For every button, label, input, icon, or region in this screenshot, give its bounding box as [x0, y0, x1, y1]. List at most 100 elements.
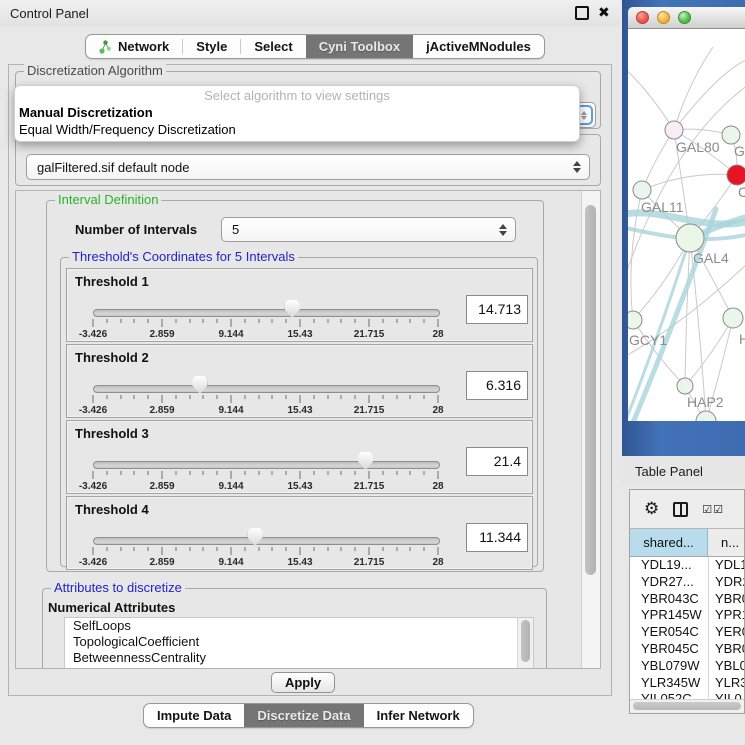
gear-icon[interactable]: ⚙ [644, 501, 659, 518]
tick-mark [438, 395, 439, 403]
tick-mark [341, 471, 342, 475]
tick-mark [148, 319, 149, 323]
tick-mark [175, 547, 176, 551]
zoom-traffic-light-icon[interactable] [678, 11, 691, 24]
network-node[interactable] [727, 165, 745, 185]
tab-cyni-toolbox[interactable]: Cyni Toolbox [306, 35, 413, 58]
threshold-value-field[interactable]: 21.4 [466, 447, 528, 476]
threshold-value-field[interactable]: 14.713 [466, 295, 528, 324]
tick-mark [272, 471, 273, 475]
network-edge[interactable] [628, 67, 674, 130]
tick-mark [438, 547, 439, 555]
dropdown-option-equal-width[interactable]: Equal Width/Frequency Discretization [15, 121, 579, 138]
table-cell-shared: YER054C [630, 624, 708, 641]
table-row[interactable]: YLR345WYLR3 [630, 675, 744, 692]
tab-infer-network[interactable]: Infer Network [364, 704, 473, 727]
table-cell-shared: YBR045C [630, 641, 708, 658]
tick-mark [355, 319, 356, 323]
tick-mark [134, 319, 135, 323]
apply-button[interactable]: Apply [271, 672, 335, 693]
network-node[interactable] [722, 126, 740, 144]
tab-style-label: Style [196, 39, 227, 54]
tick-mark [231, 547, 232, 555]
network-edge[interactable] [674, 59, 745, 130]
float-window-icon[interactable] [575, 6, 589, 20]
tick-mark [300, 471, 301, 479]
settings-scrollbar-thumb[interactable] [585, 205, 596, 575]
network-view-window[interactable]: GAL80G.CGAL11GAL4GCY1HHAP2 [622, 0, 745, 456]
tick-mark [369, 395, 370, 403]
network-edge[interactable] [685, 238, 690, 386]
attribute-list-item[interactable]: SelfLoops [65, 618, 533, 634]
table-data-combobox[interactable]: galFiltered.sif default node [26, 154, 590, 180]
combobox-spinner-icon[interactable] [496, 224, 510, 236]
attribute-list-item[interactable]: TopologicalCoefficient [65, 634, 533, 650]
tick-label: 2.859 [149, 557, 174, 568]
tick-label: 2.859 [149, 481, 174, 492]
close-icon[interactable]: ✖ [598, 4, 610, 21]
network-node[interactable] [628, 311, 642, 329]
tick-mark [286, 471, 287, 475]
tab-style[interactable]: Style [183, 35, 240, 58]
threshold-value-field[interactable]: 6.316 [466, 371, 528, 400]
close-traffic-light-icon[interactable] [636, 11, 649, 24]
tab-jactivemnodules[interactable]: jActiveMNodules [413, 35, 544, 58]
tab-network[interactable]: Network [86, 35, 182, 58]
minimize-traffic-light-icon[interactable] [657, 11, 670, 24]
tab-impute-data-label: Impute Data [157, 708, 231, 723]
tab-impute-data[interactable]: Impute Data [144, 704, 244, 727]
network-canvas[interactable]: GAL80G.CGAL11GAL4GCY1HHAP2 [628, 29, 745, 421]
dropdown-option-manual[interactable]: Manual Discretization [15, 104, 579, 121]
network-node-label: GCY1 [629, 332, 667, 348]
threshold-value-field[interactable]: 11.344 [466, 523, 528, 552]
table-row[interactable]: YPR145WYPR1 [630, 607, 744, 624]
tick-mark [313, 471, 314, 475]
tab-select[interactable]: Select [241, 35, 305, 58]
threshold-label: Threshold 1 [75, 274, 149, 289]
table-header-shared[interactable]: shared... [630, 529, 708, 556]
table-cell-name: YIL0 [708, 691, 744, 699]
number-of-intervals-combobox[interactable]: 5 [221, 217, 516, 242]
tick-mark [369, 547, 370, 555]
table-header-name[interactable]: n... [708, 529, 744, 556]
list-scrollbar[interactable] [517, 618, 533, 669]
settings-scrollbar[interactable] [581, 191, 600, 668]
column-layout-icon[interactable] [673, 502, 688, 517]
network-edge-highlighted[interactable] [628, 238, 690, 421]
table-row[interactable]: YDR27...YDR2 [630, 574, 744, 591]
network-edge[interactable] [642, 174, 737, 190]
table-cell-name: YDR2 [708, 574, 744, 591]
table-row[interactable]: YIL052CYIL0 [630, 691, 744, 699]
table-row[interactable]: YDL19...YDL1 [630, 557, 744, 574]
tick-mark [382, 319, 383, 323]
network-edge[interactable] [674, 47, 713, 130]
list-scrollbar-thumb[interactable] [521, 620, 530, 662]
network-node[interactable] [696, 411, 716, 421]
table-horizontal-scrollbar[interactable] [630, 699, 744, 712]
table-row[interactable]: YBL079WYBL0 [630, 658, 744, 675]
column-divider [708, 557, 709, 699]
tick-label: 28 [432, 557, 443, 568]
tick-label: 21.715 [354, 481, 385, 492]
slider-track[interactable] [93, 385, 440, 393]
network-node[interactable] [677, 378, 693, 394]
slider-track[interactable] [93, 461, 440, 469]
cyni-toolbox-panel: Discretization Algorithm Select algorith… [8, 64, 612, 696]
slider-track[interactable] [93, 309, 440, 317]
combobox-spinner-icon[interactable] [570, 161, 584, 173]
network-node[interactable] [633, 181, 651, 199]
network-node[interactable] [723, 308, 743, 328]
table-horizontal-scrollbar-thumb[interactable] [633, 702, 741, 710]
tick-mark [203, 395, 204, 399]
network-node[interactable] [676, 224, 704, 252]
attribute-list-item[interactable]: BetweennessCentrality [65, 650, 533, 666]
select-checkboxes-icon[interactable]: ☑☑ [702, 503, 724, 516]
network-window-titlebar [628, 7, 745, 29]
tab-discretize-data[interactable]: Discretize Data [244, 704, 363, 727]
network-edge[interactable] [685, 318, 733, 386]
table-row[interactable]: YBR045CYBR0 [630, 641, 744, 658]
slider-track[interactable] [93, 537, 440, 545]
table-row[interactable]: YBR043CYBR0 [630, 591, 744, 608]
table-row[interactable]: YER054CYER0 [630, 624, 744, 641]
network-node[interactable] [665, 121, 683, 139]
